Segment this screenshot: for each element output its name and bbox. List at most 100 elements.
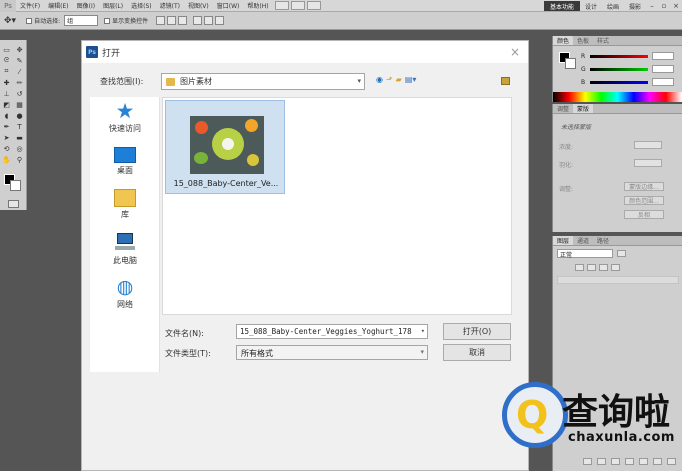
eraser-tool-icon[interactable]: ◩ bbox=[1, 101, 12, 109]
file-name-input[interactable]: 15_088_Baby-Center_Veggies_Yoghurt_178 ▾ bbox=[236, 324, 428, 339]
mask-edge-button[interactable]: 蒙版边缘... bbox=[624, 182, 664, 191]
workspace-photography-link[interactable]: 摄影 bbox=[624, 2, 646, 11]
lock-pixels-icon[interactable] bbox=[587, 264, 596, 271]
tab-layers[interactable]: 图层 bbox=[553, 236, 574, 245]
hand-tool-icon[interactable]: ✋ bbox=[1, 156, 12, 164]
menu-view[interactable]: 视图(V) bbox=[184, 1, 213, 10]
close-icon[interactable]: × bbox=[670, 1, 682, 11]
color-range-button[interactable]: 颜色范围... bbox=[624, 196, 664, 205]
look-in-dropdown[interactable]: 图片素材 ▾ bbox=[161, 73, 365, 90]
menu-file[interactable]: 文件(F) bbox=[16, 1, 44, 10]
feather-field[interactable] bbox=[634, 159, 662, 167]
back-icon[interactable]: ◉ bbox=[376, 75, 383, 84]
green-slider[interactable]: G bbox=[581, 65, 681, 73]
place-desktop[interactable]: 桌面 bbox=[90, 145, 160, 176]
menu-select[interactable]: 选择(S) bbox=[127, 1, 156, 10]
crop-tool-icon[interactable]: ⌗ bbox=[1, 67, 12, 76]
stamp-tool-icon[interactable]: ⊥ bbox=[1, 90, 12, 98]
lock-transparency-icon[interactable] bbox=[575, 264, 584, 271]
tab-color[interactable]: 颜色 bbox=[553, 36, 574, 45]
place-quick-access[interactable]: ★ 快速访问 bbox=[90, 101, 160, 134]
opacity-field[interactable] bbox=[617, 250, 626, 257]
cancel-button[interactable]: 取消 bbox=[443, 344, 511, 361]
menu-image[interactable]: 图像(I) bbox=[73, 1, 99, 10]
quick-mask-icon[interactable] bbox=[8, 200, 19, 208]
workspace-essentials-button[interactable]: 基本功能 bbox=[543, 1, 580, 11]
chevron-down-icon[interactable]: ▾ bbox=[421, 327, 425, 335]
tab-paths[interactable]: 路径 bbox=[593, 236, 613, 245]
blur-tool-icon[interactable]: ◖ bbox=[1, 112, 12, 120]
align-bottom-icon[interactable] bbox=[178, 16, 188, 25]
3d-orbit-tool-icon[interactable]: ◎ bbox=[14, 145, 25, 153]
minimize-icon[interactable]: – bbox=[646, 1, 658, 11]
new-folder-icon[interactable]: ▰ bbox=[396, 75, 402, 84]
layer-row[interactable] bbox=[557, 276, 679, 284]
tab-swatches[interactable]: 色板 bbox=[573, 36, 593, 45]
place-library[interactable]: 库 bbox=[90, 189, 160, 220]
move-tool-icon[interactable]: ✥ bbox=[14, 46, 25, 54]
gradient-tool-icon[interactable]: ▦ bbox=[14, 101, 25, 109]
quick-select-tool-icon[interactable]: ✎ bbox=[14, 57, 25, 65]
close-icon[interactable]: × bbox=[510, 45, 520, 59]
menu-window[interactable]: 窗口(W) bbox=[213, 1, 244, 10]
auto-select-checkbox[interactable] bbox=[26, 17, 33, 24]
open-button[interactable]: 打开(O) bbox=[443, 323, 511, 340]
up-folder-icon[interactable]: ⬏ bbox=[386, 75, 393, 84]
tab-masks[interactable]: 蒙版 bbox=[573, 104, 594, 113]
blue-value-field[interactable] bbox=[652, 78, 674, 86]
auto-select-dropdown[interactable]: 组 bbox=[64, 15, 99, 26]
menu-edit[interactable]: 编辑(E) bbox=[44, 1, 72, 10]
blue-slider[interactable]: B bbox=[581, 78, 681, 86]
color-spectrum-bar[interactable] bbox=[552, 92, 682, 102]
green-value-field[interactable] bbox=[652, 65, 674, 73]
pen-tool-icon[interactable]: ✒ bbox=[1, 123, 12, 131]
lasso-tool-icon[interactable]: ᘓ bbox=[1, 56, 12, 65]
eyedropper-tool-icon[interactable]: ⁄ bbox=[14, 68, 25, 76]
align-top-icon[interactable] bbox=[156, 16, 166, 25]
history-brush-tool-icon[interactable]: ↺ bbox=[14, 90, 25, 98]
file-item[interactable]: 15_088_Baby-Center_Ve... bbox=[165, 100, 285, 194]
tab-channels[interactable]: 通道 bbox=[573, 236, 593, 245]
shape-tool-icon[interactable]: ▬ bbox=[14, 134, 25, 142]
restore-icon[interactable]: ▫ bbox=[658, 1, 670, 11]
lock-position-icon[interactable] bbox=[599, 264, 608, 271]
lock-all-icon[interactable] bbox=[611, 264, 620, 271]
blend-mode-dropdown[interactable]: 正常 bbox=[557, 249, 613, 259]
background-color-swatch[interactable] bbox=[10, 180, 21, 191]
align-left-icon[interactable] bbox=[193, 16, 203, 25]
place-network[interactable]: ◍ 网络 bbox=[90, 277, 160, 310]
align-middle-icon[interactable] bbox=[167, 16, 177, 25]
path-select-tool-icon[interactable]: ➤ bbox=[1, 134, 12, 142]
workspace-design-link[interactable]: 设计 bbox=[580, 2, 602, 11]
marquee-tool-icon[interactable]: ▭ bbox=[1, 46, 12, 54]
minibridge-button[interactable] bbox=[290, 1, 305, 10]
align-right-icon[interactable] bbox=[215, 16, 225, 25]
red-slider[interactable]: R bbox=[581, 52, 681, 60]
align-center-icon[interactable] bbox=[204, 16, 214, 25]
healing-tool-icon[interactable]: ✚ bbox=[1, 79, 12, 87]
tab-styles[interactable]: 样式 bbox=[593, 36, 613, 45]
type-tool-icon[interactable]: T bbox=[14, 123, 25, 131]
bridge-folder-icon[interactable] bbox=[501, 77, 510, 85]
zoom-button[interactable] bbox=[306, 1, 321, 10]
menu-layer[interactable]: 图层(L) bbox=[99, 1, 127, 10]
zoom-tool-icon[interactable]: ⚲ bbox=[14, 156, 25, 164]
3d-rotate-tool-icon[interactable]: ⟲ bbox=[1, 145, 12, 153]
dodge-tool-icon[interactable]: ● bbox=[14, 112, 25, 120]
file-type-dropdown[interactable]: 所有格式 ▾ bbox=[236, 345, 428, 360]
bridge-button[interactable] bbox=[274, 1, 289, 10]
move-tool-icon[interactable]: ✥▾ bbox=[0, 16, 20, 26]
show-transform-label: 显示变换控件 bbox=[112, 18, 149, 25]
tab-adjustments[interactable]: 调整 bbox=[553, 104, 573, 113]
invert-button[interactable]: 反相 bbox=[624, 210, 664, 219]
menu-filter[interactable]: 滤镜(T) bbox=[156, 1, 184, 10]
red-value-field[interactable] bbox=[652, 52, 674, 60]
menu-help[interactable]: 帮助(H) bbox=[243, 1, 272, 10]
show-transform-checkbox[interactable] bbox=[104, 17, 111, 24]
brush-tool-icon[interactable]: ✏ bbox=[14, 79, 25, 87]
density-field[interactable] bbox=[634, 141, 662, 149]
view-menu-icon[interactable]: ▤▾ bbox=[405, 75, 417, 84]
place-this-pc[interactable]: 此电脑 bbox=[90, 233, 160, 266]
panel-background-swatch[interactable] bbox=[565, 58, 576, 69]
workspace-painting-link[interactable]: 绘画 bbox=[602, 2, 624, 11]
